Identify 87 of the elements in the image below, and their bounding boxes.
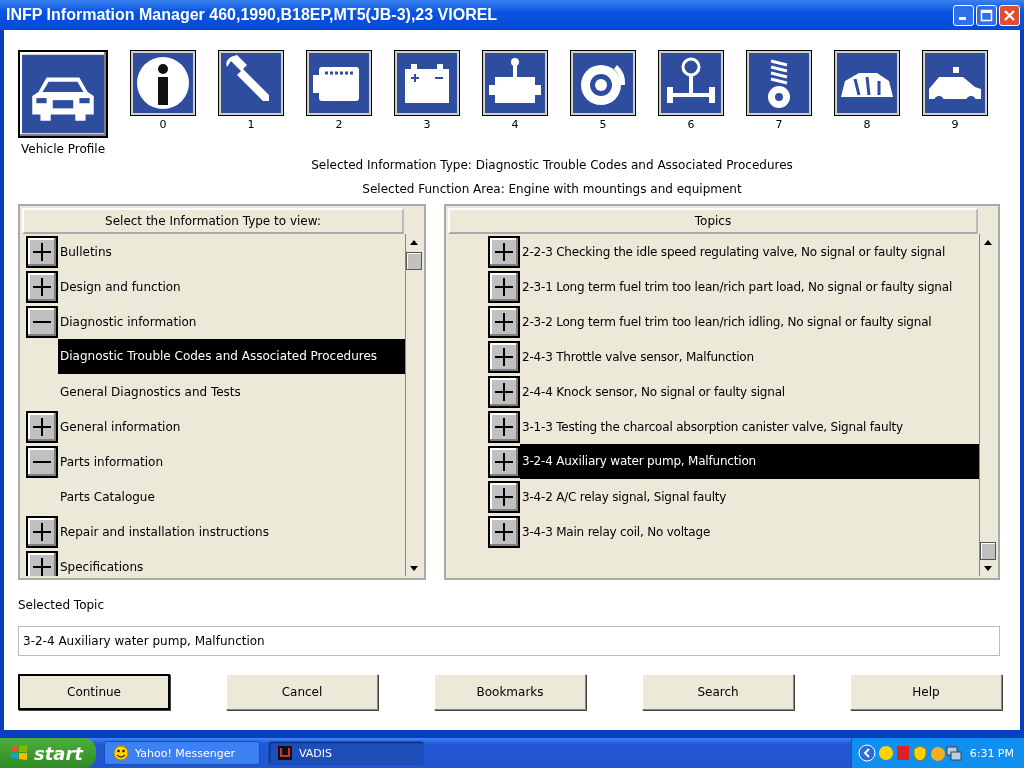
topic-item[interactable]: 3-4-3 Main relay coil, No voltage — [520, 522, 979, 541]
dialog-button[interactable]: Help — [850, 674, 1002, 710]
expand-button[interactable] — [26, 410, 58, 443]
dialog-button[interactable]: Cancel — [226, 674, 378, 710]
topic-item[interactable]: 2-2-3 Checking the idle speed regulating valve, No signal or faulty signal — [520, 242, 979, 261]
vehicle-profile-button[interactable] — [18, 50, 108, 138]
scroll-thumb[interactable] — [406, 252, 422, 270]
minimize-icon — [958, 16, 966, 20]
battery-icon[interactable] — [394, 50, 460, 116]
selected-topic-field[interactable]: 3-2-4 Auxiliary water pump, Malfunction — [18, 626, 1000, 656]
scrollbar[interactable] — [979, 234, 996, 576]
smiley-icon — [113, 745, 129, 761]
window-title: INFP Information Manager 460,1990,B18EP,MT5(JB-3),23 VIOREL — [6, 6, 498, 24]
expand-button[interactable] — [488, 305, 520, 338]
panel-header: Select the Information Type to view: — [22, 208, 404, 234]
function-area-number: 3 — [423, 118, 431, 131]
tree-item[interactable]: Parts Catalogue — [58, 487, 405, 506]
tree-item[interactable]: Specifications — [58, 557, 405, 576]
expand-button[interactable] — [26, 550, 58, 576]
topic-item[interactable]: 3-2-4 Auxiliary water pump, Malfunction — [520, 444, 979, 479]
tree-item[interactable]: Bulletins — [58, 242, 405, 261]
dialog-button[interactable]: Bookmarks — [434, 674, 586, 710]
info-icon[interactable] — [130, 50, 196, 116]
expand-button[interactable] — [488, 375, 520, 408]
scrollbar[interactable] — [405, 234, 422, 576]
expand-button[interactable] — [26, 235, 58, 268]
expand-button[interactable] — [488, 515, 520, 548]
topic-item[interactable]: 2-3-1 Long term fuel trim too lean/rich part load, No signal or faulty signal — [520, 277, 979, 296]
topic-item[interactable]: 3-4-2 A/C relay signal, Signal faulty — [520, 487, 979, 506]
scroll-thumb[interactable] — [980, 542, 996, 560]
function-area-number: 7 — [775, 118, 783, 131]
maximize-button[interactable] — [976, 4, 997, 26]
selected-function-area-text: Selected Function Area: Engine with mountings and equipment — [361, 182, 743, 196]
dialog-button[interactable]: Search — [642, 674, 794, 710]
tree-item[interactable]: General Diagnostics and Tests — [58, 382, 405, 401]
expand-button[interactable] — [488, 270, 520, 303]
collapse-button[interactable] — [26, 445, 58, 478]
close-button[interactable] — [999, 4, 1020, 26]
windows-flag-icon — [10, 744, 28, 762]
close-icon — [1003, 8, 1016, 22]
expand-button[interactable] — [26, 515, 58, 548]
function-area-number: 9 — [951, 118, 959, 131]
app-icon — [277, 745, 293, 761]
expand-button[interactable] — [488, 340, 520, 373]
car-beacon-icon[interactable] — [922, 50, 988, 116]
vehicle-profile-label: Vehicle Profile — [20, 142, 105, 156]
taskbar-button[interactable]: VADIS — [268, 741, 424, 765]
expand-button[interactable] — [488, 410, 520, 443]
expand-button[interactable] — [488, 480, 520, 513]
selected-topic-label: Selected Topic — [18, 598, 105, 612]
car-seats-icon[interactable] — [834, 50, 900, 116]
start-button[interactable]: start — [0, 738, 96, 768]
minimize-button[interactable] — [953, 4, 974, 26]
spring-icon[interactable] — [746, 50, 812, 116]
steering-axle-icon[interactable] — [658, 50, 724, 116]
tree-item[interactable]: General information — [58, 417, 405, 436]
dialog-button[interactable]: Continue — [18, 674, 170, 710]
function-area-number: 4 — [511, 118, 519, 131]
function-area-number: 6 — [687, 118, 695, 131]
gearbox-icon[interactable] — [482, 50, 548, 116]
tree-item[interactable]: Parts information — [58, 452, 405, 471]
collapse-button[interactable] — [26, 305, 58, 338]
brake-disc-icon[interactable] — [570, 50, 636, 116]
expand-button[interactable] — [488, 235, 520, 268]
topic-item[interactable]: 3-1-3 Testing the charcoal absorption canister valve, Signal faulty — [520, 417, 979, 436]
topic-item[interactable]: 2-3-2 Long term fuel trim too lean/rich idling, No signal or faulty signal — [520, 312, 979, 331]
function-area-number: 8 — [863, 118, 871, 131]
function-area-number: 5 — [599, 118, 607, 131]
function-area-number: 2 — [335, 118, 343, 131]
maximize-icon — [980, 8, 993, 22]
function-area-number: 1 — [247, 118, 255, 131]
engine-icon[interactable] — [306, 50, 372, 116]
tree-item[interactable]: Design and function — [58, 277, 405, 296]
topic-item[interactable]: 2-4-3 Throttle valve sensor, Malfunction — [520, 347, 979, 366]
tray-icons-drawing[interactable] — [857, 744, 962, 762]
panel-header: Topics — [448, 208, 978, 234]
expand-button[interactable] — [488, 445, 520, 478]
topic-item[interactable]: 2-4-4 Knock sensor, No signal or faulty signal — [520, 382, 979, 401]
wrench-icon[interactable] — [218, 50, 284, 116]
clock: 6:31 PM — [969, 746, 1014, 760]
selected-info-type-text: Selected Information Type: Diagnostic Trouble Codes and Associated Procedures — [310, 158, 794, 172]
expand-button[interactable] — [26, 270, 58, 303]
function-area-number: 0 — [159, 118, 167, 131]
tree-item[interactable]: Diagnostic information — [58, 312, 405, 331]
taskbar-button[interactable]: Yahoo! Messenger — [104, 741, 260, 765]
tree-item[interactable]: Diagnostic Trouble Codes and Associated Procedures — [58, 339, 405, 374]
tree-item[interactable]: Repair and installation instructions — [58, 522, 405, 541]
